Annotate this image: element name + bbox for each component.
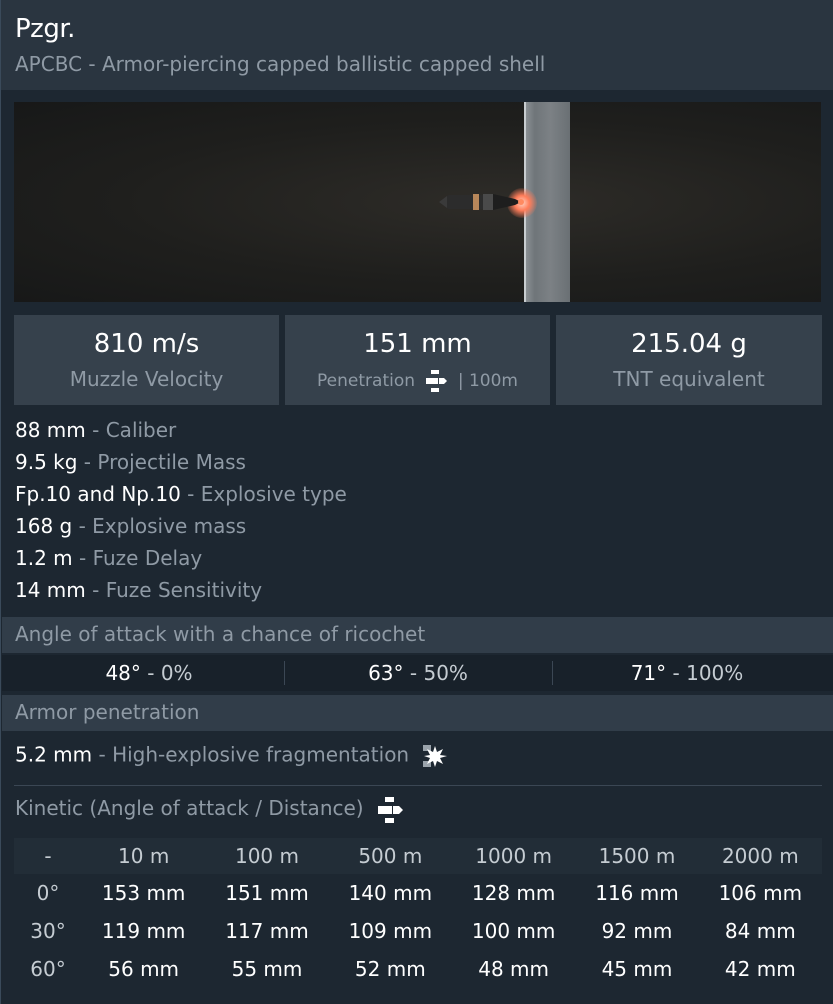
table-cell: 151 mm [225,881,309,905]
property-explosive-type: Fp.10 and Np.10 - Explosive type [15,482,347,506]
property-value: 88 mm [15,418,86,442]
ricochet-title: Angle of attack with a chance of ricoche… [15,622,426,646]
table-cell: 109 mm [348,919,433,943]
property-fuze-sensitivity: 14 mm - Fuze Sensitivity [15,578,263,602]
table-row: 30° 119 mm 117 mm 109 mm 100 mm 92 mm 84… [14,912,822,950]
table-cell: 55 mm [231,957,303,981]
column-header: 10 m [118,844,170,868]
tnt-equivalent-box: 215.04 g TNT equivalent [556,315,822,405]
kinetic-shell-icon [426,370,448,392]
property-value: 1.2 m [15,546,73,570]
muzzle-velocity-value: 810 m/s [93,329,200,359]
table-cell: 45 mm [601,957,673,981]
table-cell: 153 mm [101,881,186,905]
row-angle: 0° [36,881,60,905]
property-fuze-delay: 1.2 m - Fuze Delay [15,546,203,570]
table-cell: 52 mm [354,957,426,981]
column-header: 1000 m [475,844,553,868]
ricochet-item: 63° - 50% [368,661,468,685]
table-cell: 128 mm [471,881,556,905]
muzzle-velocity-label: Muzzle Velocity [69,367,224,391]
property-projectile-mass: 9.5 kg - Projectile Mass [15,450,246,474]
table-cell: 84 mm [724,919,796,943]
kinetic-title: Kinetic (Angle of attack / Distance) [15,796,364,820]
penetration-table: - 10 m 100 m 500 m 1000 m 1500 m 2000 m … [14,838,822,988]
explosion-icon [423,745,448,767]
tnt-equivalent-value: 215.04 g [631,329,747,359]
kinetic-title-row: Kinetic (Angle of attack / Distance) [15,796,404,823]
column-header: 1500 m [598,844,676,868]
table-cell: 42 mm [724,957,796,981]
row-angle: 60° [30,957,66,981]
armor-penetration-section-header: Armor penetration [2,695,833,731]
property-label: Caliber [105,418,177,442]
ricochet-row: 48° - 0% 63° - 50% 71° - 100% [2,655,833,691]
table-cell: 48 mm [478,957,550,981]
shell-subtitle: APCBC - Armor-piercing capped ballistic … [15,52,546,76]
table-header-row: - 10 m 100 m 500 m 1000 m 1500 m 2000 m [14,838,822,874]
property-label: Fuze Delay [92,546,203,570]
property-label: Explosive mass [92,514,247,538]
tnt-equivalent-label: TNT equivalent [613,367,765,391]
shell-info-panel: Pzgr. APCBC - Armor-piercing capped ball… [0,0,833,1004]
table-cell: 92 mm [601,919,673,943]
stats-row: 810 m/s Muzzle Velocity 151 mm Penetrati… [14,315,822,405]
shell-icon [439,194,524,210]
column-header: 2000 m [721,844,799,868]
penetration-value: 151 mm [363,329,472,359]
property-value: 168 g [15,514,73,538]
armor-penetration-title: Armor penetration [15,700,200,724]
row-angle: 30° [30,919,66,943]
property-value: 14 mm [15,578,86,602]
kinetic-shell-icon [377,796,403,823]
penetration-box: 151 mm Penetration | 100m [285,315,550,405]
table-cell: 117 mm [225,919,309,943]
table-row: 60° 56 mm 55 mm 52 mm 48 mm 45 mm 42 mm [14,950,822,988]
property-label: Explosive type [200,482,347,506]
ricochet-item: 48° - 0% [105,661,193,685]
ricochet-item: 71° - 100% [630,661,744,685]
table-cell: 100 mm [471,919,556,943]
column-header: 100 m [234,844,299,868]
column-header: 500 m [358,844,423,868]
table-cell: 56 mm [108,957,180,981]
he-fragmentation-row: 5.2 mm - High-explosive fragmentation [15,742,449,770]
table-cell: 106 mm [718,881,803,905]
penetration-distance: | 100m [457,371,518,391]
table-cell: 116 mm [595,881,679,905]
penetration-label-row: Penetration | 100m [285,370,550,392]
property-label: Fuze Sensitivity [105,578,263,602]
property-explosive-mass: 168 g - Explosive mass [15,514,247,538]
shell-title: Pzgr. [15,14,75,44]
property-caliber: 88 mm - Caliber [15,418,177,442]
properties-list: 88 mm - Caliber 9.5 kg - Projectile Mass… [15,416,347,608]
property-value: 9.5 kg [15,450,78,474]
property-value: Fp.10 and Np.10 [15,482,181,506]
table-cell: 140 mm [348,881,433,905]
shell-preview-video[interactable] [14,102,821,302]
table-row: 0° 153 mm 151 mm 140 mm 128 mm 116 mm 10… [14,874,822,912]
property-label: Projectile Mass [97,450,246,474]
muzzle-velocity-box: 810 m/s Muzzle Velocity [14,315,279,405]
he-label: High-explosive fragmentation [112,742,410,767]
he-value: 5.2 mm [15,742,93,767]
ricochet-section-header: Angle of attack with a chance of ricoche… [2,617,833,653]
table-cell: 119 mm [101,919,186,943]
section-divider [14,785,822,786]
penetration-label: Penetration [317,371,416,391]
table-corner: - [44,844,52,868]
header: Pzgr. APCBC - Armor-piercing capped ball… [1,0,833,90]
